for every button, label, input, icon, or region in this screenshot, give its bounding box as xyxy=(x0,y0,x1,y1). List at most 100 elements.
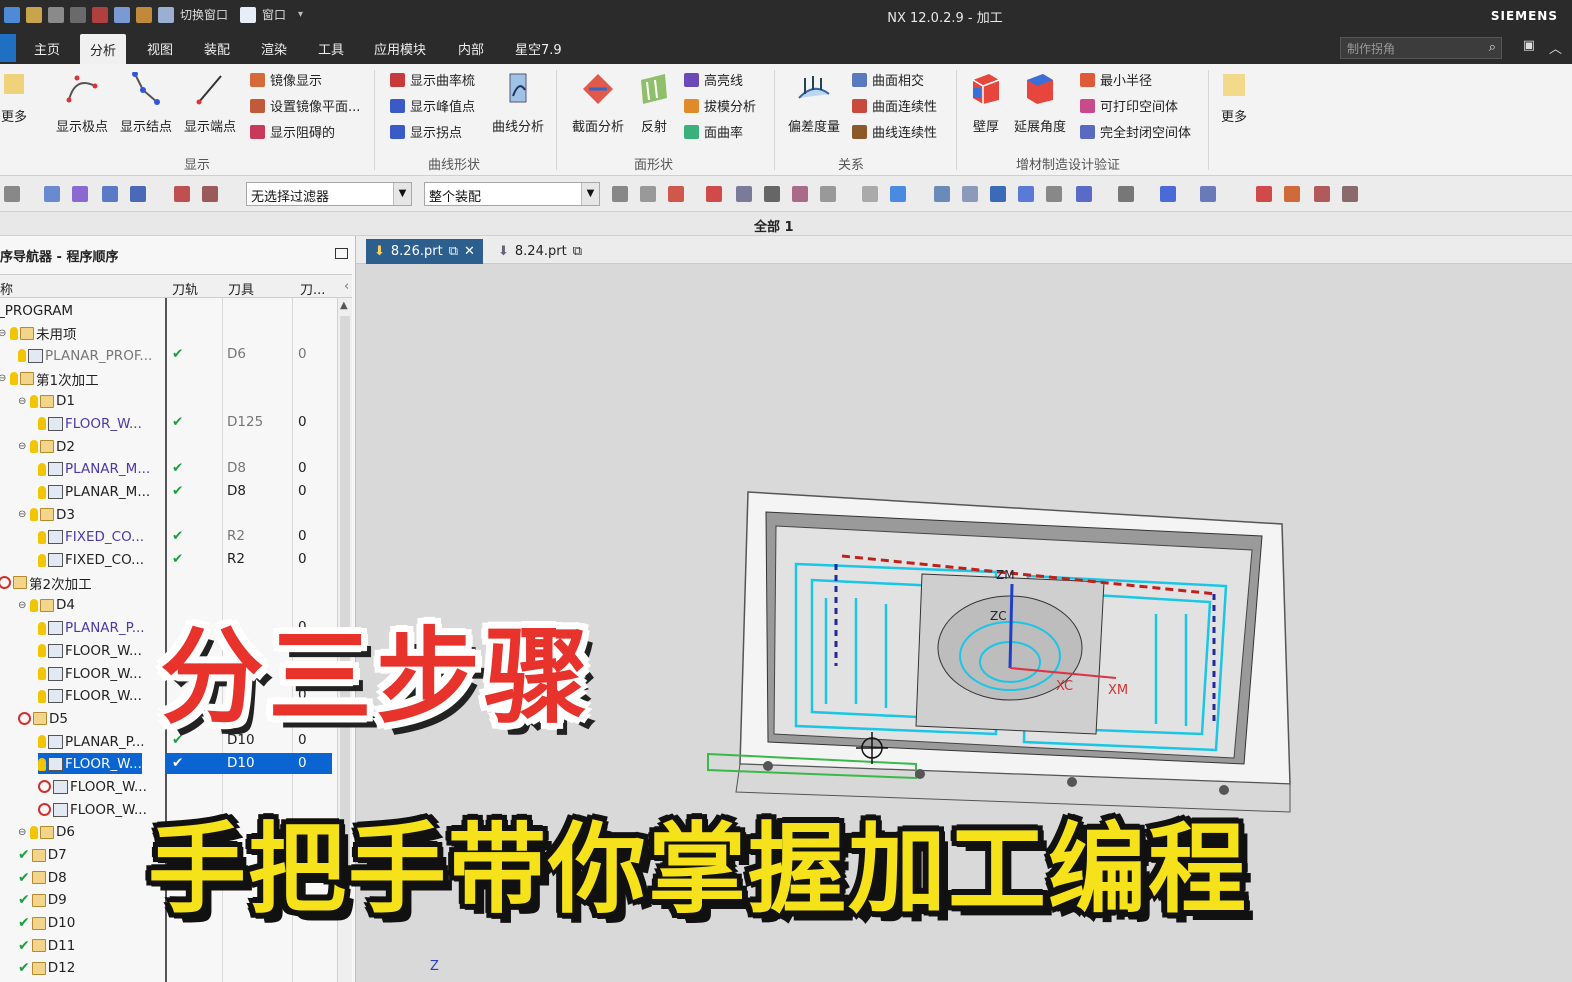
row-name-cell[interactable]: ✔ D11 xyxy=(18,934,75,955)
min-radius-item[interactable]: 最小半径 xyxy=(1080,70,1152,89)
curve-continuity-item[interactable]: 曲线连续性 xyxy=(852,122,937,141)
column-tool-number[interactable]: 刀... xyxy=(300,279,325,298)
row-name-cell[interactable]: FIXED_CO... xyxy=(38,526,144,547)
zoom-icon[interactable] xyxy=(962,186,978,202)
curve-analysis-button[interactable]: 曲线分析 xyxy=(488,72,548,135)
expand-icon[interactable]: ⊖ xyxy=(0,328,8,339)
row-name-cell[interactable]: FLOOR_W... xyxy=(38,752,142,774)
table-row[interactable]: ⊖ 第1次加工 xyxy=(0,366,336,389)
chevron-down-icon[interactable]: ▼ xyxy=(393,183,411,205)
show-endpoints-button[interactable]: 显示端点 xyxy=(180,72,240,135)
row-name-cell[interactable]: ⊖ D4 xyxy=(18,594,75,615)
row-name-cell[interactable]: FLOOR_W... xyxy=(38,412,142,433)
expand-icon[interactable]: ⊖ xyxy=(18,600,28,611)
row-name-cell[interactable]: FLOOR_W... xyxy=(38,685,142,706)
row-name-cell[interactable]: PLANAR_P... xyxy=(38,617,145,638)
wall-thickness-button[interactable]: 壁厚 xyxy=(964,72,1008,135)
tab-home[interactable]: 主页 xyxy=(34,39,60,58)
reflection-button[interactable]: 反射 xyxy=(632,72,676,135)
curvature-comb-item[interactable]: 显示曲率梳 xyxy=(390,70,475,89)
overhang-angle-button[interactable]: 延展角度 xyxy=(1010,72,1070,135)
row-name-cell[interactable]: PLANAR_P... xyxy=(38,730,145,751)
select-icon[interactable] xyxy=(44,186,60,202)
enclosed-volume-item[interactable]: 完全封闭空间体 xyxy=(1080,122,1191,141)
tab-view[interactable]: 视图 xyxy=(147,39,173,58)
set-mirror-plane-item[interactable]: 设置镜像平面... xyxy=(250,96,360,115)
table-row[interactable]: ✔ D12 xyxy=(0,956,336,979)
table-row[interactable]: ⊖ 未用项 xyxy=(0,321,336,344)
select-body-icon[interactable] xyxy=(130,186,146,202)
deviation-gauge-button[interactable]: 偏差度量 xyxy=(784,72,844,135)
surface-intersection-item[interactable]: 曲面相交 xyxy=(852,70,924,89)
row-name-cell[interactable]: PLANAR_PROF... xyxy=(18,344,152,365)
select-point-icon[interactable] xyxy=(102,186,118,202)
row-name-cell[interactable]: PLANAR_M... xyxy=(38,481,150,502)
tab-render[interactable]: 渲染 xyxy=(261,39,287,58)
table-row[interactable]: FLOOR_W... ✔ D10 0 xyxy=(0,752,336,775)
solid-view-icon[interactable] xyxy=(890,186,906,202)
show-knots-button[interactable]: 显示结点 xyxy=(116,71,176,135)
fit-view-icon[interactable] xyxy=(934,186,950,202)
expand-icon[interactable]: ⊖ xyxy=(0,373,8,384)
row-name-cell[interactable]: ⊖ D6 xyxy=(18,821,75,842)
tab-internal[interactable]: 内部 xyxy=(458,39,484,58)
table-row[interactable]: 第2次加工 xyxy=(0,570,336,593)
rotate-icon[interactable] xyxy=(990,186,1006,202)
section-analysis-button[interactable]: 截面分析 xyxy=(566,72,630,135)
tab-tools[interactable]: 工具 xyxy=(318,39,344,58)
analysis-icon[interactable] xyxy=(1342,186,1358,202)
row-name-cell[interactable]: ✔ D8 xyxy=(18,866,67,887)
table-row[interactable]: ✔ D11 xyxy=(0,933,336,956)
column-toolpath[interactable]: 刀轨 xyxy=(172,279,198,298)
quadrant-snap-icon[interactable] xyxy=(792,186,808,202)
tab-analysis[interactable]: 分析 xyxy=(80,34,127,64)
row-name-cell[interactable]: ⊖ D1 xyxy=(18,390,75,411)
inflection-item[interactable]: 显示拐点 xyxy=(390,122,462,141)
surface-continuity-item[interactable]: 曲面连续性 xyxy=(852,96,937,115)
orient-view-icon[interactable] xyxy=(1076,186,1092,202)
filter-icon[interactable] xyxy=(612,186,628,202)
endpoint-snap-icon[interactable] xyxy=(706,186,722,202)
row-name-cell[interactable]: ⊖ 第1次加工 xyxy=(0,367,99,389)
selection-filter-select[interactable]: 无选择过滤器 ▼ xyxy=(246,182,412,206)
printable-volume-item[interactable]: 可打印空间体 xyxy=(1080,96,1178,115)
highlight-lines-item[interactable]: 高亮线 xyxy=(684,70,743,89)
row-name-cell[interactable]: D5 xyxy=(18,707,68,728)
row-name-cell[interactable]: FIXED_CO... xyxy=(38,549,144,570)
table-row[interactable]: _PROGRAM xyxy=(0,298,336,321)
show-hide-icon[interactable] xyxy=(862,186,878,202)
csys-icon[interactable] xyxy=(1284,186,1300,202)
peak-points-item[interactable]: 显示峰值点 xyxy=(390,96,475,115)
mirror-display-item[interactable]: 镜像显示 xyxy=(250,70,322,89)
snap-options-icon[interactable] xyxy=(202,186,218,202)
measure-icon[interactable] xyxy=(1314,186,1330,202)
external-icon[interactable]: ⧉ xyxy=(573,244,582,259)
table-row[interactable]: ⊖ D1 xyxy=(0,389,336,412)
collapse-ribbon-icon[interactable]: ︿ xyxy=(1549,38,1562,57)
expand-icon[interactable]: ⊖ xyxy=(18,509,28,520)
external-icon[interactable]: ⧉ xyxy=(449,244,458,259)
tab-document-826[interactable]: ⬇ 8.26.prt ⧉ ✕ xyxy=(366,239,483,264)
row-name-cell[interactable]: 第2次加工 xyxy=(0,571,92,593)
more-right-button[interactable]: 更多 xyxy=(1214,74,1254,125)
tab-assembly[interactable]: 装配 xyxy=(204,39,230,58)
fullscreen-icon[interactable]: ▣ xyxy=(1523,38,1535,57)
column-name[interactable]: 称 xyxy=(0,279,13,298)
expand-icon[interactable]: ⊖ xyxy=(18,441,28,452)
draft-analysis-item[interactable]: 拔模分析 xyxy=(684,96,756,115)
more-left-button[interactable]: 更多 xyxy=(0,74,28,125)
box-select-icon[interactable] xyxy=(820,186,836,202)
row-name-cell[interactable]: ✔ D10 xyxy=(18,912,75,933)
layer-settings-icon[interactable] xyxy=(1046,186,1062,202)
close-icon[interactable]: ✕ xyxy=(464,244,475,259)
row-name-cell[interactable]: FLOOR_W... xyxy=(38,798,147,819)
shaded-icon[interactable] xyxy=(1160,186,1176,202)
face-curvature-item[interactable]: 面曲率 xyxy=(684,122,743,141)
row-name-cell[interactable]: _PROGRAM xyxy=(0,299,73,320)
snap-icon[interactable] xyxy=(174,186,190,202)
file-menu-button[interactable] xyxy=(0,34,16,62)
tab-xingkong[interactable]: 星空7.9 xyxy=(515,39,562,58)
edit-section-icon[interactable] xyxy=(1200,186,1216,202)
select-all-icon[interactable] xyxy=(640,186,656,202)
menu-icon[interactable] xyxy=(4,186,20,202)
